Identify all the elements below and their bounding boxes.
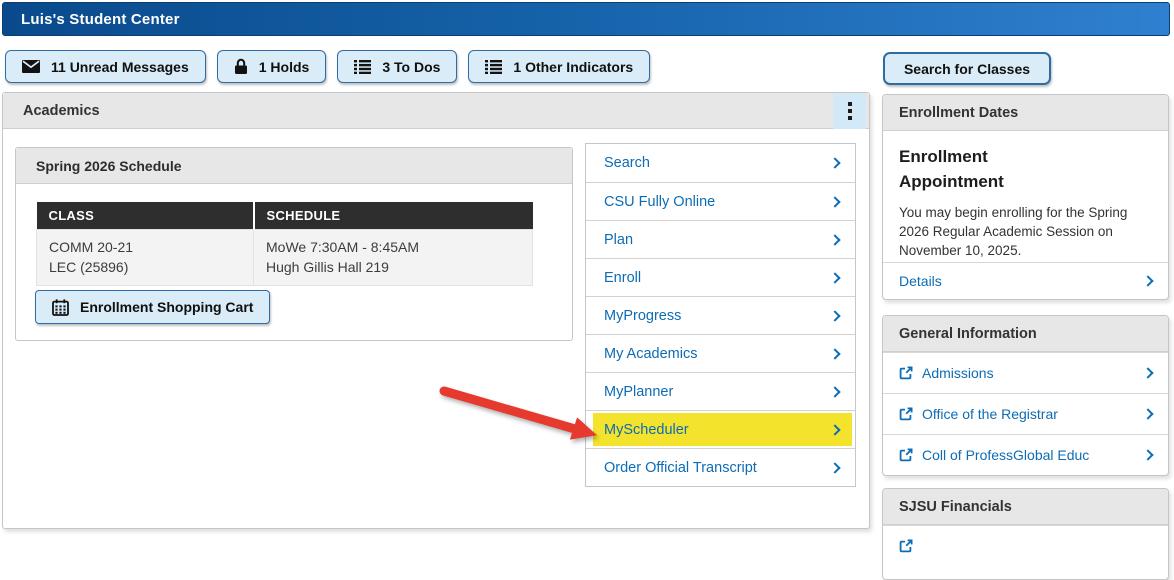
schedule-cell: MoWe 7:30AM - 8:45AM Hugh Gillis Hall 21… (253, 229, 533, 286)
class-section: LEC (25896) (49, 259, 129, 276)
menu-item-label: CSU Fully Online (604, 193, 716, 210)
meeting-time: MoWe 7:30AM - 8:45AM (266, 239, 420, 255)
chevron-right-icon (1142, 367, 1154, 379)
chevron-right-icon (829, 347, 841, 360)
link-label: Admissions (922, 365, 994, 381)
enrollment-dates-card: Enrollment Dates Enrollment Appointment … (882, 94, 1169, 300)
external-link-icon (899, 366, 913, 380)
financials-link-partial[interactable] (883, 525, 1168, 566)
chevron-right-icon (829, 423, 841, 436)
menu-item-plan[interactable]: Plan (586, 220, 855, 258)
general-information-card: General Information Admissions Office of… (882, 315, 1169, 476)
column-header-class: CLASS (36, 202, 255, 230)
enrollment-appointment-text: You may begin enrolling for the Spring 2… (899, 205, 1128, 258)
external-link-icon (899, 407, 913, 421)
menu-item-search[interactable]: Search (586, 144, 855, 182)
holds-label: 1 Holds (258, 58, 310, 75)
general-information-header: General Information (883, 316, 1168, 352)
chevron-right-icon (829, 385, 841, 398)
chevron-right-icon (829, 309, 841, 322)
sjsu-financials-title: SJSU Financials (899, 498, 1012, 515)
academics-title: Academics (23, 102, 100, 119)
enrollment-dates-header: Enrollment Dates (883, 95, 1168, 131)
enrollment-appointment-heading: Enrollment Appointment (899, 147, 1004, 191)
holds-button[interactable]: 1 Holds (216, 50, 327, 83)
enrollment-dates-title: Enrollment Dates (899, 104, 1019, 121)
sjsu-financials-header: SJSU Financials (883, 489, 1168, 525)
link-label: Office of the Registrar (922, 406, 1058, 422)
enrollment-shopping-cart-button[interactable]: Enrollment Shopping Cart (35, 290, 271, 324)
lock-icon (234, 58, 248, 75)
chevron-right-icon (829, 233, 841, 246)
chevron-right-icon (1142, 408, 1154, 420)
link-label: Coll of ProfessGlobal Educ (922, 447, 1090, 463)
chevron-right-icon (829, 461, 841, 474)
external-link-icon (899, 539, 913, 553)
list-icon (354, 59, 372, 74)
link-coll-of-professglobal-educ[interactable]: Coll of ProfessGlobal Educ (883, 434, 1168, 475)
table-row: COMM 20-21 LEC (25896) MoWe 7:30AM - 8:4… (36, 229, 533, 286)
chevron-right-icon (829, 157, 841, 169)
kebab-menu-icon[interactable] (833, 93, 866, 129)
enrollment-dates-body: Enrollment Appointment You may begin enr… (883, 131, 1168, 260)
schedule-card: Spring 2026 Schedule CLASS SCHEDULE COMM… (15, 147, 573, 341)
menu-item-enroll[interactable]: Enroll (586, 258, 855, 296)
todos-label: 3 To Dos (382, 58, 441, 75)
menu-item-label: MyScheduler (604, 421, 689, 438)
enrollment-shopping-cart-label: Enrollment Shopping Cart (80, 299, 254, 315)
unread-messages-label: 11 Unread Messages (51, 58, 189, 75)
menu-item-myplanner[interactable]: MyPlanner (586, 372, 855, 410)
menu-item-csu-fully-online[interactable]: CSU Fully Online (586, 182, 855, 220)
academics-panel: Academics Spring 2026 Schedule CLASS SCH… (2, 92, 870, 529)
search-for-classes-label: Search for Classes (903, 60, 1031, 77)
calendar-icon (52, 298, 69, 316)
menu-item-order-official-transcript[interactable]: Order Official Transcript (586, 448, 855, 486)
envelope-icon (22, 60, 40, 73)
column-header-schedule: SCHEDULE (253, 202, 533, 230)
menu-item-myprogress[interactable]: MyProgress (586, 296, 855, 334)
details-link[interactable]: Details (883, 262, 1168, 299)
academics-menu: Search CSU Fully Online Plan Enroll MyPr… (585, 143, 856, 487)
link-office-of-the-registrar[interactable]: Office of the Registrar (883, 393, 1168, 434)
menu-item-label: Search (604, 155, 650, 171)
sjsu-financials-card: SJSU Financials (882, 488, 1169, 580)
general-information-title: General Information (899, 325, 1037, 342)
academics-header: Academics (3, 93, 869, 129)
menu-item-label: MyPlanner (604, 383, 674, 400)
chevron-right-icon (829, 271, 841, 284)
chevron-right-icon (1142, 275, 1154, 287)
page-title-bar: Luis's Student Center (2, 2, 1170, 36)
unread-messages-button[interactable]: 11 Unread Messages (5, 50, 206, 83)
external-link-icon (899, 448, 913, 462)
menu-item-label: MyProgress (604, 307, 682, 324)
schedule-card-header: Spring 2026 Schedule (16, 148, 572, 184)
details-label: Details (899, 273, 942, 289)
meeting-location: Hugh Gillis Hall 219 (266, 259, 389, 276)
class-name: COMM 20-21 (49, 239, 134, 255)
other-indicators-label: 1 Other Indicators (513, 58, 634, 75)
menu-item-label: My Academics (604, 345, 698, 362)
chevron-right-icon (1142, 449, 1154, 461)
list-icon (485, 59, 503, 74)
search-for-classes-button[interactable]: Search for Classes (883, 52, 1051, 85)
schedule-card-title: Spring 2026 Schedule (36, 157, 182, 174)
chevron-right-icon (829, 195, 841, 208)
other-indicators-button[interactable]: 1 Other Indicators (468, 50, 651, 83)
menu-item-label: Order Official Transcript (604, 459, 757, 476)
link-admissions[interactable]: Admissions (883, 352, 1168, 393)
class-cell: COMM 20-21 LEC (25896) (36, 229, 254, 286)
menu-item-label: Plan (604, 231, 634, 248)
indicator-button-row: 11 Unread Messages 1 Holds 3 To Dos 1 Ot… (5, 50, 651, 83)
menu-item-my-academics[interactable]: My Academics (586, 334, 855, 372)
schedule-table: CLASS SCHEDULE COMM 20-21 LEC (25896) Mo… (36, 202, 533, 286)
menu-item-myscheduler[interactable]: MyScheduler (586, 410, 855, 448)
todos-button[interactable]: 3 To Dos (337, 50, 458, 83)
menu-item-label: Enroll (604, 269, 642, 286)
page-title: Luis's Student Center (21, 10, 180, 28)
